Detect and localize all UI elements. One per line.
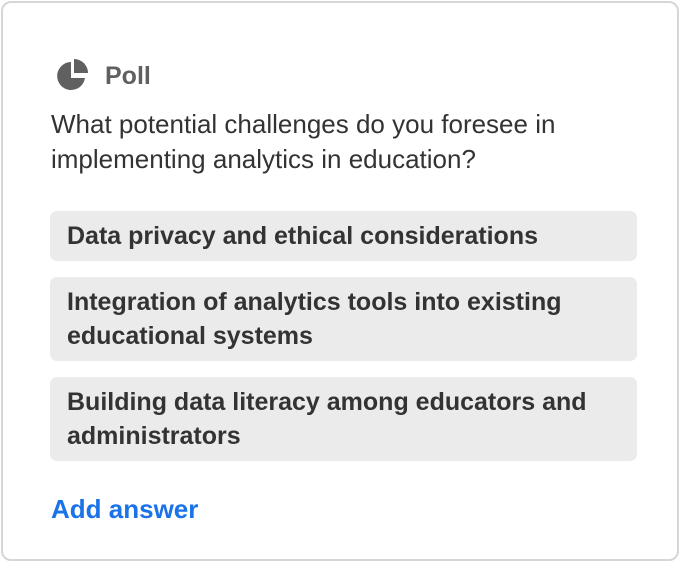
poll-options-list: Data privacy and ethical considerations …: [50, 211, 637, 477]
poll-card: Poll What potential challenges do you fo…: [1, 1, 679, 561]
poll-header: Poll: [55, 58, 151, 94]
poll-option[interactable]: Integration of analytics tools into exis…: [50, 277, 637, 361]
poll-title: Poll: [105, 62, 151, 90]
poll-option[interactable]: Building data literacy among educators a…: [50, 377, 637, 461]
pie-chart-icon: [55, 58, 91, 94]
poll-option[interactable]: Data privacy and ethical considerations: [50, 211, 637, 261]
poll-question: What potential challenges do you foresee…: [51, 109, 556, 174]
add-answer-link[interactable]: Add answer: [51, 491, 198, 527]
